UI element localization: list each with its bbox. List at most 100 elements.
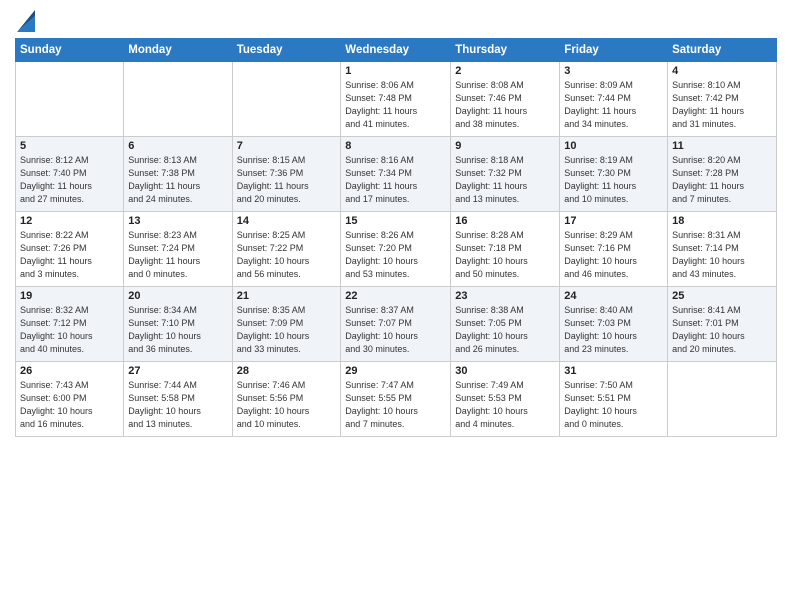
day-number: 4	[672, 65, 772, 77]
calendar-cell: 31 Sunrise: 7:50 AM Sunset: 5:51 PM Dayli…	[560, 362, 668, 437]
weekday-friday: Friday	[560, 39, 668, 62]
day-info: Sunrise: 8:16 AM Sunset: 7:34 PM Dayligh…	[345, 154, 446, 206]
calendar-cell: 8 Sunrise: 8:16 AM Sunset: 7:34 PM Daylig…	[341, 137, 451, 212]
day-number: 16	[455, 215, 555, 227]
day-info: Sunrise: 8:29 AM Sunset: 7:16 PM Dayligh…	[564, 229, 663, 281]
calendar-cell: 27 Sunrise: 7:44 AM Sunset: 5:58 PM Dayli…	[124, 362, 232, 437]
week-row-1: 1 Sunrise: 8:06 AM Sunset: 7:48 PM Daylig…	[16, 62, 777, 137]
day-info: Sunrise: 8:15 AM Sunset: 7:36 PM Dayligh…	[237, 154, 337, 206]
day-number: 5	[20, 140, 119, 152]
calendar-cell: 6 Sunrise: 8:13 AM Sunset: 7:38 PM Daylig…	[124, 137, 232, 212]
day-number: 21	[237, 290, 337, 302]
calendar-cell: 3Sunrise: 8:09 AM Sunset: 7:44 PM Daylig…	[560, 62, 668, 137]
day-info: Sunrise: 8:25 AM Sunset: 7:22 PM Dayligh…	[237, 229, 337, 281]
day-info: Sunrise: 8:19 AM Sunset: 7:30 PM Dayligh…	[564, 154, 663, 206]
day-info: Sunrise: 8:41 AM Sunset: 7:01 PM Dayligh…	[672, 304, 772, 356]
day-info: Sunrise: 8:22 AM Sunset: 7:26 PM Dayligh…	[20, 229, 119, 281]
calendar-cell: 24 Sunrise: 8:40 AM Sunset: 7:03 PM Dayli…	[560, 287, 668, 362]
day-number: 9	[455, 140, 555, 152]
week-row-2: 5 Sunrise: 8:12 AM Sunset: 7:40 PM Daylig…	[16, 137, 777, 212]
weekday-saturday: Saturday	[668, 39, 777, 62]
day-info: Sunrise: 8:34 AM Sunset: 7:10 PM Dayligh…	[128, 304, 227, 356]
day-number: 10	[564, 140, 663, 152]
calendar-cell: 18Sunrise: 8:31 AM Sunset: 7:14 PM Dayli…	[668, 212, 777, 287]
day-info: Sunrise: 8:26 AM Sunset: 7:20 PM Dayligh…	[345, 229, 446, 281]
day-number: 1	[345, 65, 446, 77]
calendar-cell: 22Sunrise: 8:37 AM Sunset: 7:07 PM Dayli…	[341, 287, 451, 362]
calendar-cell: 26Sunrise: 7:43 AM Sunset: 6:00 PM Dayli…	[16, 362, 124, 437]
weekday-wednesday: Wednesday	[341, 39, 451, 62]
day-info: Sunrise: 8:40 AM Sunset: 7:03 PM Dayligh…	[564, 304, 663, 356]
day-number: 24	[564, 290, 663, 302]
calendar-cell: 4 Sunrise: 8:10 AM Sunset: 7:42 PM Daylig…	[668, 62, 777, 137]
calendar-cell: 1 Sunrise: 8:06 AM Sunset: 7:48 PM Daylig…	[341, 62, 451, 137]
calendar-cell: 25 Sunrise: 8:41 AM Sunset: 7:01 PM Dayli…	[668, 287, 777, 362]
day-number: 28	[237, 365, 337, 377]
day-number: 22	[345, 290, 446, 302]
day-number: 19	[20, 290, 119, 302]
day-number: 25	[672, 290, 772, 302]
day-info: Sunrise: 7:47 AM Sunset: 5:55 PM Dayligh…	[345, 379, 446, 431]
day-number: 13	[128, 215, 227, 227]
day-info: Sunrise: 8:32 AM Sunset: 7:12 PM Dayligh…	[20, 304, 119, 356]
day-info: Sunrise: 8:28 AM Sunset: 7:18 PM Dayligh…	[455, 229, 555, 281]
day-info: Sunrise: 8:08 AM Sunset: 7:46 PM Dayligh…	[455, 79, 555, 131]
calendar-cell	[232, 62, 341, 137]
day-number: 3	[564, 65, 663, 77]
day-number: 27	[128, 365, 227, 377]
day-info: Sunrise: 8:31 AM Sunset: 7:14 PM Dayligh…	[672, 229, 772, 281]
day-info: Sunrise: 8:13 AM Sunset: 7:38 PM Dayligh…	[128, 154, 227, 206]
weekday-monday: Monday	[124, 39, 232, 62]
calendar-cell: 16 Sunrise: 8:28 AM Sunset: 7:18 PM Dayli…	[451, 212, 560, 287]
day-number: 8	[345, 140, 446, 152]
page: SundayMondayTuesdayWednesdayThursdayFrid…	[0, 0, 792, 612]
week-row-3: 12Sunrise: 8:22 AM Sunset: 7:26 PM Dayli…	[16, 212, 777, 287]
calendar-cell: 29Sunrise: 7:47 AM Sunset: 5:55 PM Dayli…	[341, 362, 451, 437]
day-number: 31	[564, 365, 663, 377]
week-row-4: 19 Sunrise: 8:32 AM Sunset: 7:12 PM Dayli…	[16, 287, 777, 362]
calendar-cell: 11 Sunrise: 8:20 AM Sunset: 7:28 PM Dayli…	[668, 137, 777, 212]
day-info: Sunrise: 8:35 AM Sunset: 7:09 PM Dayligh…	[237, 304, 337, 356]
weekday-header-row: SundayMondayTuesdayWednesdayThursdayFrid…	[16, 39, 777, 62]
calendar-cell	[16, 62, 124, 137]
day-info: Sunrise: 8:12 AM Sunset: 7:40 PM Dayligh…	[20, 154, 119, 206]
day-number: 23	[455, 290, 555, 302]
day-info: Sunrise: 8:18 AM Sunset: 7:32 PM Dayligh…	[455, 154, 555, 206]
calendar-cell: 14 Sunrise: 8:25 AM Sunset: 7:22 PM Dayli…	[232, 212, 341, 287]
calendar-cell: 30 Sunrise: 7:49 AM Sunset: 5:53 PM Dayli…	[451, 362, 560, 437]
calendar-cell: 5 Sunrise: 8:12 AM Sunset: 7:40 PM Daylig…	[16, 137, 124, 212]
calendar-cell: 13 Sunrise: 8:23 AM Sunset: 7:24 PM Dayli…	[124, 212, 232, 287]
calendar-cell: 2 Sunrise: 8:08 AM Sunset: 7:46 PM Daylig…	[451, 62, 560, 137]
day-number: 15	[345, 215, 446, 227]
day-number: 20	[128, 290, 227, 302]
day-number: 6	[128, 140, 227, 152]
calendar-cell: 20 Sunrise: 8:34 AM Sunset: 7:10 PM Dayli…	[124, 287, 232, 362]
day-info: Sunrise: 8:38 AM Sunset: 7:05 PM Dayligh…	[455, 304, 555, 356]
logo-icon	[17, 10, 35, 32]
week-row-5: 26Sunrise: 7:43 AM Sunset: 6:00 PM Dayli…	[16, 362, 777, 437]
calendar-cell: 15 Sunrise: 8:26 AM Sunset: 7:20 PM Dayli…	[341, 212, 451, 287]
day-info: Sunrise: 7:46 AM Sunset: 5:56 PM Dayligh…	[237, 379, 337, 431]
day-info: Sunrise: 7:44 AM Sunset: 5:58 PM Dayligh…	[128, 379, 227, 431]
calendar-cell: 12Sunrise: 8:22 AM Sunset: 7:26 PM Dayli…	[16, 212, 124, 287]
logo	[15, 10, 35, 32]
calendar-cell	[668, 362, 777, 437]
calendar-cell: 10 Sunrise: 8:19 AM Sunset: 7:30 PM Dayli…	[560, 137, 668, 212]
day-info: Sunrise: 8:06 AM Sunset: 7:48 PM Dayligh…	[345, 79, 446, 131]
day-number: 30	[455, 365, 555, 377]
day-info: Sunrise: 8:20 AM Sunset: 7:28 PM Dayligh…	[672, 154, 772, 206]
day-info: Sunrise: 8:23 AM Sunset: 7:24 PM Dayligh…	[128, 229, 227, 281]
weekday-sunday: Sunday	[16, 39, 124, 62]
day-info: Sunrise: 7:50 AM Sunset: 5:51 PM Dayligh…	[564, 379, 663, 431]
day-info: Sunrise: 7:49 AM Sunset: 5:53 PM Dayligh…	[455, 379, 555, 431]
day-number: 14	[237, 215, 337, 227]
day-info: Sunrise: 8:10 AM Sunset: 7:42 PM Dayligh…	[672, 79, 772, 131]
logo-block	[15, 10, 35, 32]
calendar-cell	[124, 62, 232, 137]
day-number: 17	[564, 215, 663, 227]
calendar-cell: 28 Sunrise: 7:46 AM Sunset: 5:56 PM Dayli…	[232, 362, 341, 437]
weekday-tuesday: Tuesday	[232, 39, 341, 62]
day-number: 11	[672, 140, 772, 152]
calendar-table: SundayMondayTuesdayWednesdayThursdayFrid…	[15, 38, 777, 437]
day-number: 2	[455, 65, 555, 77]
